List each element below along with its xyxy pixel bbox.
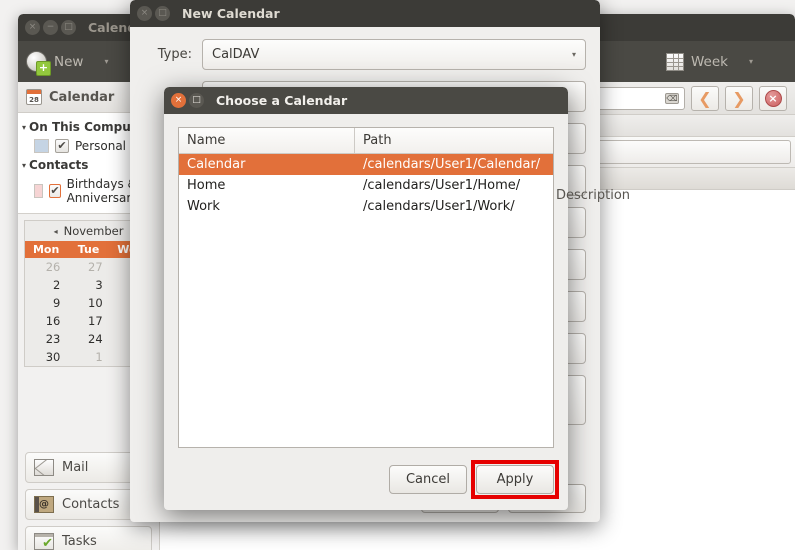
- type-label: Type:: [157, 47, 192, 62]
- shortcut-label: Tasks: [62, 534, 97, 549]
- main-maximize-button[interactable]: □: [61, 20, 76, 35]
- calendar-name-cell: Work: [187, 199, 220, 214]
- main-close-button[interactable]: ×: [25, 20, 40, 35]
- tree-group-label: Contacts: [29, 158, 89, 172]
- choose-calendar-cancel-button[interactable]: Cancel: [389, 465, 467, 494]
- new-button-label: New: [54, 53, 84, 70]
- new-button[interactable]: New ▾: [26, 51, 108, 76]
- shortcut-tasks[interactable]: Tasks: [25, 526, 152, 550]
- table-row[interactable]: Work/calendars/User1/Work/: [179, 196, 553, 217]
- new-calendar-close-button[interactable]: ×: [137, 6, 152, 21]
- calendar-checkbox[interactable]: ✔: [49, 184, 61, 198]
- contacts-icon: @: [34, 496, 54, 513]
- tasks-icon: [34, 533, 54, 550]
- mini-calendar-day[interactable]: 2: [25, 276, 67, 294]
- close-icon: ×: [140, 8, 149, 18]
- mini-calendar-day[interactable]: 24: [67, 330, 109, 348]
- choose-calendar-footer: Cancel Apply: [164, 465, 568, 510]
- color-swatch: [34, 139, 49, 153]
- minimize-icon: −: [46, 22, 55, 32]
- mini-calendar-day[interactable]: 9: [25, 294, 67, 312]
- calendar-icon: 28: [26, 89, 42, 105]
- search-input[interactable]: ⌫: [589, 86, 685, 110]
- next-button[interactable]: ❯: [725, 85, 753, 111]
- calendar-path-cell: /calendars/User1/Home/: [363, 178, 521, 193]
- new-calendar-maximize-button[interactable]: □: [155, 6, 170, 21]
- prev-month-icon[interactable]: ◂: [54, 227, 58, 236]
- clear-search-icon[interactable]: ⌫: [665, 92, 679, 104]
- column-header-name[interactable]: Name: [179, 128, 355, 153]
- chevron-down-icon[interactable]: ▾: [749, 57, 753, 66]
- choose-calendar-dialog: × □ Choose a Calendar Name Path Calendar…: [164, 87, 568, 510]
- mini-calendar-day[interactable]: 3: [67, 276, 109, 294]
- table-row[interactable]: Home/calendars/User1/Home/: [179, 175, 553, 196]
- close-icon: ×: [174, 95, 183, 105]
- main-minimize-button[interactable]: −: [43, 20, 58, 35]
- maximize-icon: □: [192, 95, 201, 105]
- description-label-truncated: Description: [556, 188, 631, 203]
- calendar-list[interactable]: Name Path Calendar/calendars/User1/Calen…: [178, 127, 554, 448]
- type-row: Type: CalDAV ▾: [144, 39, 586, 70]
- mini-calendar-day[interactable]: 16: [25, 312, 67, 330]
- mail-icon: [34, 459, 54, 476]
- new-calendar-title: New Calendar: [182, 6, 280, 21]
- view-selector-label: Week: [690, 53, 728, 70]
- chevron-down-icon[interactable]: ▾: [104, 57, 108, 66]
- choose-calendar-title: Choose a Calendar: [216, 93, 348, 108]
- mini-calendar-day[interactable]: 23: [25, 330, 67, 348]
- chevron-down-icon: ▾: [571, 50, 576, 59]
- new-calendar-titlebar: × □ New Calendar: [130, 0, 600, 27]
- calendar-checkbox[interactable]: ✔: [55, 139, 69, 153]
- mini-calendar-day[interactable]: 30: [25, 348, 67, 366]
- column-header-path[interactable]: Path: [355, 128, 553, 153]
- week-view-icon: [665, 52, 684, 71]
- view-selector[interactable]: Week ▾: [665, 52, 753, 71]
- previous-button[interactable]: ❮: [691, 85, 719, 111]
- choose-calendar-maximize-button[interactable]: □: [189, 93, 204, 108]
- calendar-name-cell: Home: [187, 178, 226, 193]
- calendar-list-header: Name Path: [179, 128, 553, 154]
- stop-icon: ×: [764, 89, 782, 107]
- maximize-icon: □: [158, 8, 167, 18]
- type-select-value: CalDAV: [212, 47, 260, 62]
- maximize-icon: □: [64, 22, 73, 32]
- mini-calendar-day[interactable]: 10: [67, 294, 109, 312]
- mini-calendar-month: November: [63, 224, 124, 238]
- mini-calendar-day[interactable]: 27: [67, 258, 109, 276]
- mini-calendar-day[interactable]: 17: [67, 312, 109, 330]
- choose-calendar-titlebar: × □ Choose a Calendar: [164, 87, 568, 114]
- sidebar-header-label: Calendar: [49, 89, 115, 105]
- triangle-down-icon[interactable]: ▾: [22, 123, 26, 132]
- table-row[interactable]: Calendar/calendars/User1/Calendar/: [179, 154, 553, 175]
- calendar-name-cell: Calendar: [187, 157, 246, 172]
- choose-calendar-apply-button[interactable]: Apply: [476, 465, 554, 494]
- calendar-path-cell: /calendars/User1/Calendar/: [363, 157, 541, 172]
- mini-calendar-day[interactable]: 1: [67, 348, 109, 366]
- shortcut-label: Mail: [62, 460, 89, 475]
- dow-label: Tue: [77, 243, 100, 256]
- shortcut-label: Contacts: [62, 497, 120, 512]
- stop-button[interactable]: ×: [759, 85, 787, 111]
- close-icon: ×: [28, 22, 37, 32]
- color-swatch: [34, 184, 44, 198]
- dow-label: Mon: [32, 243, 60, 256]
- calendar-path-cell: /calendars/User1/Work/: [363, 199, 515, 214]
- type-select[interactable]: CalDAV ▾: [202, 39, 586, 70]
- new-appointment-icon: [26, 51, 51, 76]
- calendar-item-label: Personal: [75, 139, 127, 153]
- triangle-down-icon[interactable]: ▾: [22, 161, 26, 170]
- mini-calendar-day[interactable]: 26: [25, 258, 67, 276]
- choose-calendar-close-button[interactable]: ×: [171, 93, 186, 108]
